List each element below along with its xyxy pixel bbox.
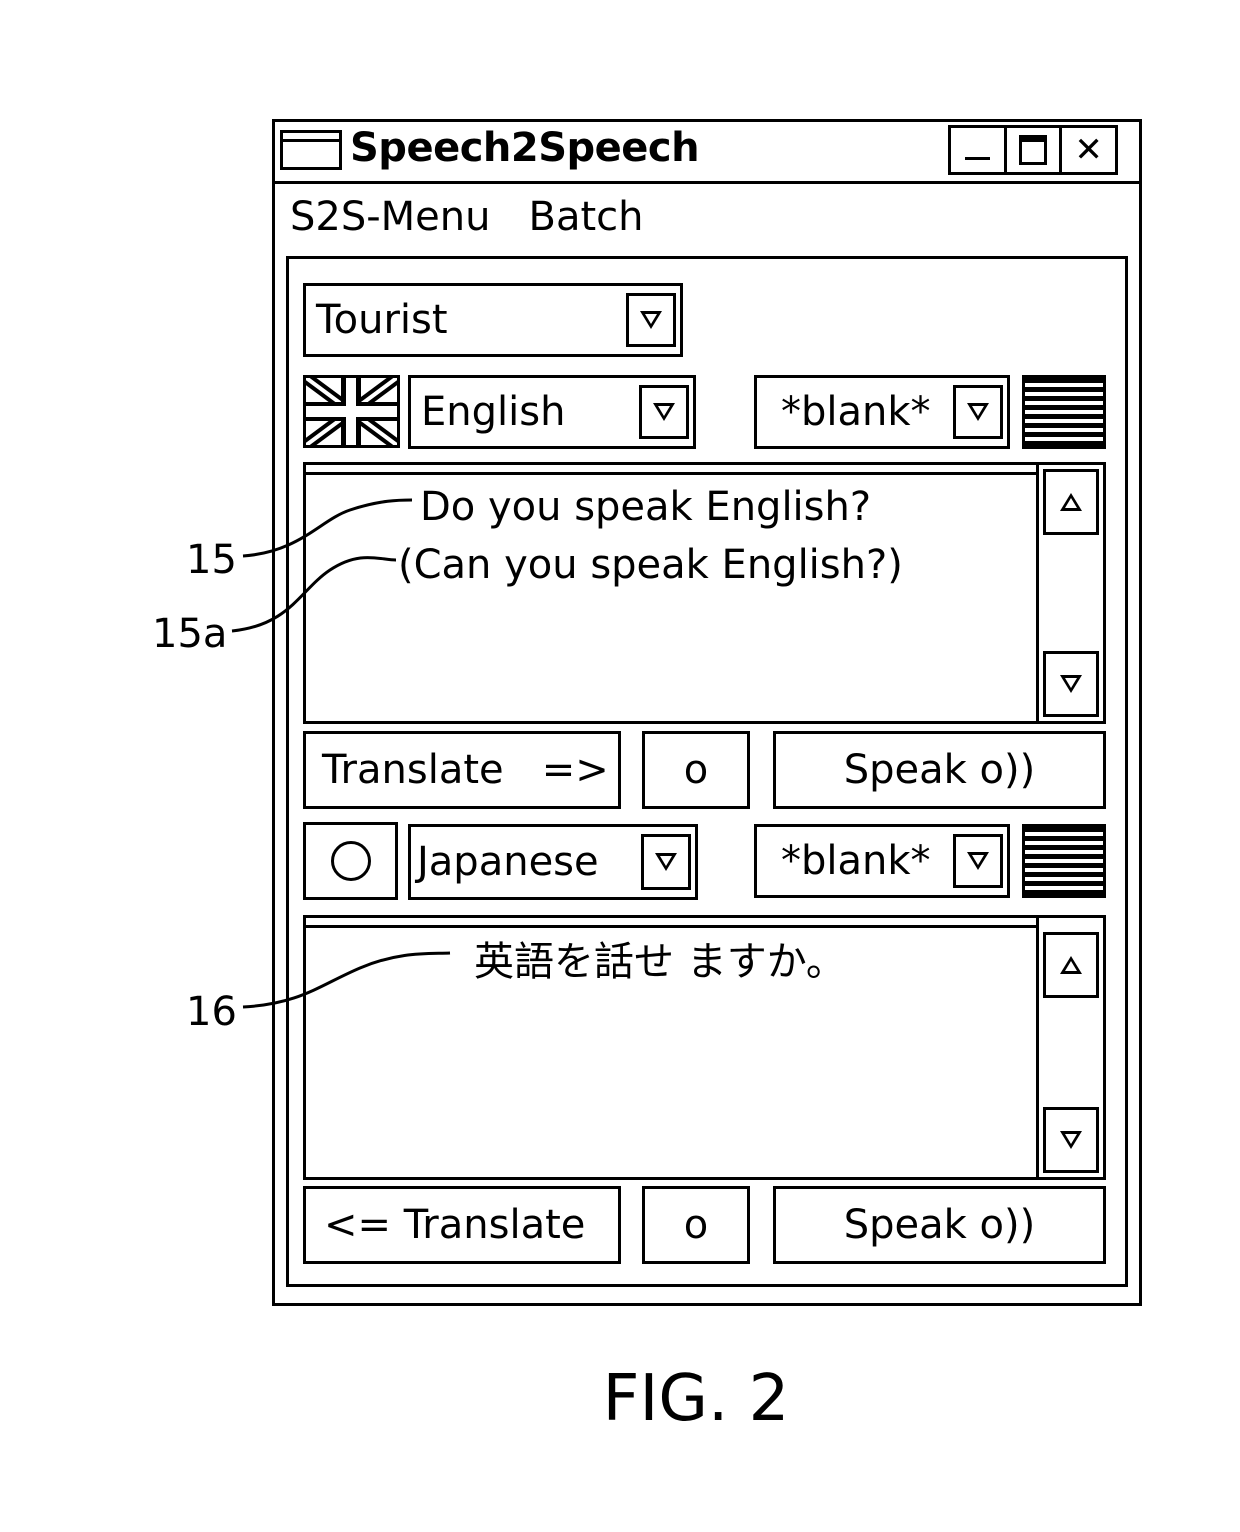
leader-16 (242, 951, 451, 1009)
leader-15a (231, 556, 397, 633)
callout-15: 15 (186, 537, 237, 583)
figure-label: FIG. 2 (602, 1362, 790, 1436)
callout-15a: 15a (152, 611, 228, 657)
callout-leaders (231, 498, 451, 1009)
leader-15 (242, 498, 413, 558)
callout-16: 16 (186, 989, 237, 1035)
